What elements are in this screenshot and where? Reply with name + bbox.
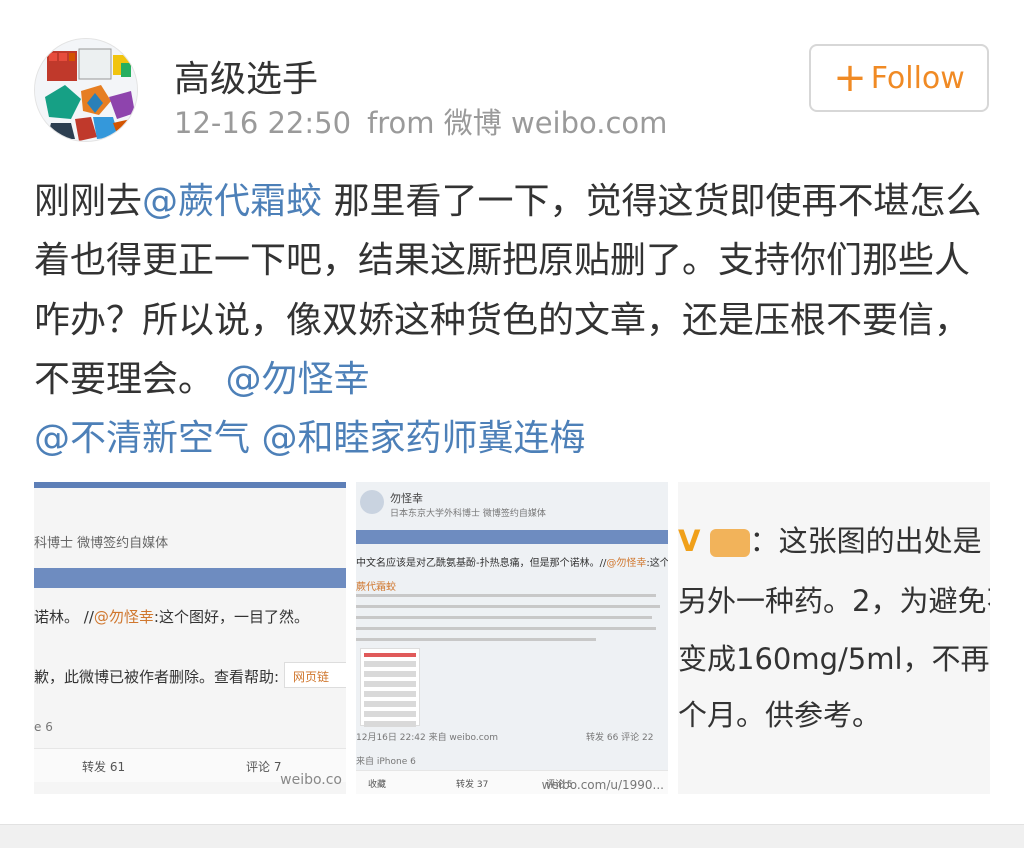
post-header: 高级选手 12-16 22:50 from 微博 weibo.com + Foll… bbox=[0, 0, 1024, 150]
zoomed-text-line-3: 变成160mg/5ml，不再有 bbox=[678, 642, 990, 676]
screenshot-repost-text: 诺林。 //@勿怪幸:这个图好，一目了然。 bbox=[34, 608, 309, 626]
medal-icon bbox=[709, 529, 750, 557]
post-time: 12-16 22:50 bbox=[174, 106, 352, 140]
screenshot-user-subtitle: 日本东京大学外科博士 微博签约自媒体 bbox=[390, 509, 546, 519]
mention-link[interactable]: @和睦家药师冀连梅 bbox=[261, 418, 585, 459]
post-source[interactable]: from 微博 weibo.com bbox=[367, 106, 667, 140]
image-thumbnail-3[interactable]: V ：这张图的出处是 另外一种药。2，为避免不 变成160mg/5ml，不再有 … bbox=[678, 482, 990, 794]
screenshot-original-author: 蕨代霜蛟 bbox=[356, 582, 396, 593]
screenshot-band bbox=[356, 530, 668, 544]
screenshot-repost-count: 转发 61 bbox=[82, 760, 126, 774]
screenshot-watermark: weibo.com/u/1990... bbox=[541, 778, 664, 792]
mention-link[interactable]: @蕨代霜蛟 bbox=[142, 181, 322, 222]
zoomed-text-line-1: V ：这张图的出处是 bbox=[678, 524, 982, 558]
mention-link[interactable]: @不清新空气 bbox=[34, 418, 250, 459]
screenshot-repost-count: 转发 37 bbox=[456, 780, 489, 790]
image-thumbnail-1[interactable]: 科博士 微博签约自媒体 诺林。 //@勿怪幸:这个图好，一目了然。 歉，此微博已… bbox=[34, 482, 346, 794]
screenshot-timestamp: 12月16日 22:42 来自 weibo.com bbox=[356, 733, 498, 743]
image-thumbnail-2[interactable]: 勿怪幸 日本东京大学外科博士 微博签约自媒体 中文名应该是对乙酰氨基酚-扑热息痛… bbox=[356, 482, 668, 794]
footer-divider bbox=[0, 824, 1024, 848]
screenshot-avatar bbox=[360, 490, 384, 514]
screenshot-header-bar bbox=[34, 482, 346, 488]
screenshot-paragraph-lines bbox=[356, 594, 664, 649]
follow-label: Follow bbox=[870, 60, 965, 96]
post-text-segment: 刚刚去 bbox=[34, 181, 143, 222]
post-images: 科博士 微博签约自媒体 诺林。 //@勿怪幸:这个图好，一目了然。 歉，此微博已… bbox=[34, 482, 990, 794]
screenshot-embedded-chart-image bbox=[360, 648, 420, 727]
screenshot-device: e 6 bbox=[34, 720, 53, 734]
zoomed-text-line-2: 另外一种药。2，为避免不 bbox=[678, 584, 990, 618]
screenshot-webpage-link: 网页链 bbox=[284, 662, 346, 688]
screenshot-repost-text: 中文名应该是对乙酰氨基酚-扑热息痛，但是那个诺林。//@勿怪幸:这个图好，一目了… bbox=[356, 558, 668, 569]
screenshot-fav: 收藏 bbox=[368, 780, 387, 790]
screenshot-user-name: 勿怪幸 bbox=[390, 492, 423, 505]
screenshot-band bbox=[34, 568, 346, 588]
mention-link[interactable]: @勿怪幸 bbox=[225, 359, 369, 400]
user-name[interactable]: 高级选手 bbox=[174, 50, 318, 102]
post-meta: 12-16 22:50 from 微博 weibo.com bbox=[174, 100, 683, 142]
follow-button[interactable]: + Follow bbox=[809, 44, 989, 112]
avatar-puzzle-cubes-image bbox=[35, 39, 137, 141]
post-body: 刚刚去@蕨代霜蛟 那里看了一下，觉得这货即使再不堪怎么着也得更正一下吧，结果这厮… bbox=[34, 172, 994, 468]
user-avatar[interactable] bbox=[34, 38, 138, 142]
screenshot-device: 来自 iPhone 6 bbox=[356, 757, 416, 767]
screenshot-user-subtitle: 科博士 微博签约自媒体 bbox=[34, 536, 169, 551]
screenshot-watermark: weibo.co bbox=[280, 772, 342, 788]
plus-icon: + bbox=[833, 55, 867, 101]
zoomed-text-line-4: 个月。供参考。 bbox=[678, 698, 882, 732]
screenshot-deleted-notice: 歉，此微博已被作者删除。查看帮助: bbox=[34, 668, 280, 686]
screenshot-comment-count: 评论 7 bbox=[246, 760, 282, 774]
screenshot-stats: 转发 66 评论 22 bbox=[586, 733, 654, 743]
verified-v-icon: V bbox=[678, 524, 701, 558]
